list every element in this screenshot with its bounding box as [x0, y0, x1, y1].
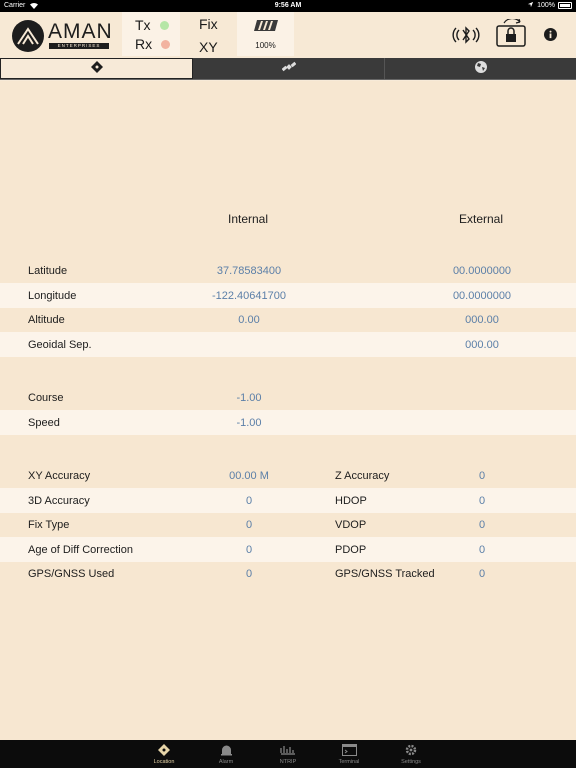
internal-value: -1.00	[236, 392, 262, 404]
device-battery: 100%	[237, 12, 294, 56]
internal-value: 37.78583400	[216, 265, 282, 277]
tabbar-label: NTRIP	[279, 759, 297, 765]
tabbar-item-terminal[interactable]: Terminal	[324, 740, 374, 768]
column-header-external: External	[459, 212, 504, 226]
rx-label: Rx	[135, 36, 153, 52]
row-label: Speed	[28, 417, 60, 429]
row-label-secondary: HDOP	[335, 495, 367, 507]
fix-indicator: Fix XY	[190, 12, 230, 56]
device-battery-icon	[254, 18, 278, 31]
tabbar-label: Location	[153, 759, 175, 765]
bluetooth-broadcast-icon[interactable]	[452, 25, 480, 45]
view-tabs	[0, 58, 576, 80]
gear-icon	[403, 743, 419, 757]
row-label: Age of Diff Correction	[28, 544, 133, 556]
app-header: AMAN ENTERPRISES Tx Rx Fix XY 100%	[0, 12, 576, 58]
fix-label: Fix	[199, 16, 218, 32]
row-label: 3D Accuracy	[28, 495, 90, 507]
logo-subtext: ENTERPRISES	[49, 43, 109, 49]
bottom-tab-bar: Location Alarm NTRIP Terminal Settings	[0, 740, 576, 768]
row-value-secondary: 0	[478, 519, 486, 531]
location-panel: Internal External Latitude 37.78583400 0…	[0, 81, 576, 740]
row-value-secondary: 0	[478, 568, 486, 580]
aman-logo: AMAN ENTERPRISES	[12, 18, 112, 54]
rx-status-dot	[161, 39, 171, 49]
row-value: 0	[245, 495, 253, 507]
row-value: 0	[245, 519, 253, 531]
tabbar-label: Terminal	[338, 759, 360, 765]
terminal-icon	[341, 743, 357, 757]
row-label: Fix Type	[28, 519, 70, 531]
column-header-internal: Internal	[228, 212, 269, 226]
table-row: Geoidal Sep. 000.00	[0, 332, 576, 357]
external-value: 000.00	[465, 339, 499, 351]
row-label: Latitude	[28, 265, 68, 277]
location-diamond-icon	[90, 60, 103, 78]
tab-satellite[interactable]	[193, 58, 385, 79]
tabbar-label: Alarm	[218, 759, 234, 765]
tx-rx-indicator: Tx Rx	[122, 12, 180, 56]
tabbar-label: Settings	[401, 759, 421, 765]
table-row: Age of Diff Correction 0 PDOP 0	[0, 537, 576, 562]
tabbar-item-location[interactable]: Location	[139, 740, 189, 768]
row-label: XY Accuracy	[28, 470, 91, 482]
table-row: Longitude -122.40641700 00.0000000	[0, 283, 576, 308]
location-arrow-icon	[527, 1, 534, 10]
row-label-secondary: Z Accuracy	[335, 470, 390, 482]
table-row: Latitude 37.78583400 00.0000000	[0, 258, 576, 283]
internal-value: -122.40641700	[211, 290, 286, 302]
table-row: 3D Accuracy 0 HDOP 0	[0, 488, 576, 513]
ntrip-icon	[280, 743, 296, 757]
device-battery-percent: 100%	[255, 41, 276, 50]
tx-label: Tx	[135, 17, 151, 33]
globe-icon	[474, 60, 487, 78]
row-label-secondary: PDOP	[335, 544, 367, 556]
row-label: Geoidal Sep.	[28, 339, 92, 351]
table-row: Altitude 0.00 000.00	[0, 307, 576, 332]
logo-mark	[12, 20, 44, 52]
internal-value: 0.00	[238, 314, 260, 326]
row-label: Altitude	[28, 314, 65, 326]
rotation-lock-icon[interactable]	[494, 18, 528, 52]
tx-status-dot	[159, 20, 169, 30]
row-value-secondary: 0	[478, 544, 486, 556]
fix-value: XY	[199, 39, 218, 55]
row-label: Longitude	[28, 290, 77, 302]
row-label: Course	[28, 392, 64, 404]
external-value: 000.00	[465, 314, 499, 326]
battery-percent: 100%	[537, 2, 555, 9]
row-value: 00.00 M	[229, 470, 269, 482]
internal-value: -1.00	[236, 417, 262, 429]
clock: 9:56 AM	[274, 2, 302, 9]
logo-text: AMAN	[48, 20, 113, 43]
alarm-icon	[218, 743, 234, 757]
row-value: 0	[245, 568, 253, 580]
table-row: Fix Type 0 VDOP 0	[0, 512, 576, 537]
table-row: Speed -1.00	[0, 410, 576, 435]
table-row: GPS/GNSS Used 0 GPS/GNSS Tracked 0	[0, 561, 576, 586]
table-row: XY Accuracy 00.00 M Z Accuracy 0	[0, 463, 576, 488]
satellite-icon	[281, 60, 296, 78]
row-label: GPS/GNSS Used	[28, 568, 115, 580]
info-icon[interactable]	[543, 27, 557, 41]
tabbar-item-ntrip[interactable]: NTRIP	[263, 740, 313, 768]
external-value: 00.0000000	[452, 265, 512, 277]
battery-icon	[558, 2, 572, 9]
row-label-secondary: VDOP	[335, 519, 367, 531]
row-value-secondary: 0	[478, 495, 486, 507]
location-icon	[156, 743, 172, 757]
tabbar-item-settings[interactable]: Settings	[386, 740, 436, 768]
tab-globe[interactable]	[385, 58, 576, 79]
tab-location[interactable]	[0, 58, 193, 79]
table-row: Course -1.00	[0, 385, 576, 410]
row-value: 0	[245, 544, 253, 556]
external-value: 00.0000000	[452, 290, 512, 302]
row-value-secondary: 0	[478, 470, 486, 482]
status-bar: Carrier 9:56 AM 100%	[0, 0, 576, 12]
tabbar-item-alarm[interactable]: Alarm	[201, 740, 251, 768]
